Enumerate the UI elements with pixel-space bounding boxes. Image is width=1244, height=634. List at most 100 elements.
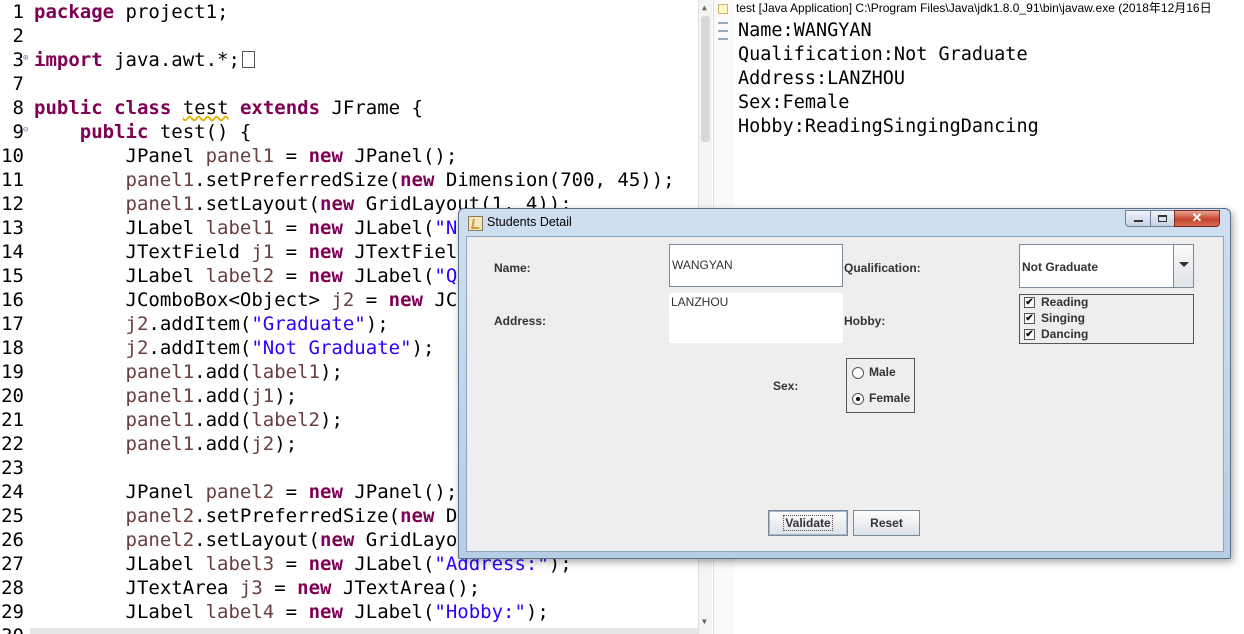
radio-selected-icon[interactable] — [852, 393, 864, 405]
code-text: JPanel panel2 = new JPanel(); — [34, 481, 458, 503]
hobby-group: ✔ Reading ✔ Singing ✔ Dancing — [1019, 294, 1194, 344]
maximize-icon — [1158, 215, 1167, 222]
code-text: j2.addItem("Graduate"); — [125, 313, 389, 335]
console-line: Hobby:ReadingSingingDancing — [738, 116, 1039, 137]
code-text: public class test extends JFrame { — [34, 97, 423, 119]
code-line[interactable]: 8 public class test extends JFrame { — [0, 96, 700, 120]
ruler-marker[interactable] — [718, 22, 728, 24]
line-number: 12 — [1, 193, 24, 215]
code-text: package project1; — [34, 1, 229, 23]
scroll-up-arrow-icon[interactable]: ▲ — [702, 3, 707, 12]
line-number: 27 — [1, 553, 24, 575]
console-line: Qualification:Not Graduate — [738, 44, 1028, 65]
address-textarea[interactable]: LANZHOU — [669, 293, 843, 343]
code-text: panel1.add(j2); — [125, 433, 298, 455]
line-number: 28 — [1, 577, 24, 599]
code-text: j2.addItem("Not Graduate"); — [125, 337, 435, 359]
expand-fold-icon[interactable]: ⊕ — [23, 54, 28, 63]
code-text: JLabel label4 = new JLabel("Hobby:"); — [34, 601, 549, 623]
sex-radio-group: Male Female — [846, 358, 915, 413]
scroll-down-arrow-icon[interactable]: ▼ — [702, 617, 707, 626]
close-icon: ✕ — [1191, 210, 1203, 225]
line-number: 19 — [1, 361, 24, 383]
code-line[interactable]: 3 ⊕ import java.awt.*; — [0, 48, 700, 72]
name-label: Name: — [494, 261, 531, 275]
reset-button-label: Reset — [870, 516, 903, 530]
line-number: 16 — [1, 289, 24, 311]
combobox-selected-value: Not Graduate — [1022, 260, 1099, 274]
code-text: panel1.setPreferredSize(new Dimension(70… — [125, 169, 675, 191]
line-number: 22 — [1, 433, 24, 455]
close-button[interactable]: ✕ — [1174, 210, 1220, 227]
line-number: 15 — [1, 265, 24, 287]
checkbox-label: Reading — [1041, 295, 1089, 309]
checkbox-checked-icon[interactable]: ✔ — [1024, 313, 1035, 324]
ruler-marker[interactable] — [718, 30, 728, 32]
line-number: 3 — [12, 49, 24, 71]
java-cup-icon — [468, 216, 483, 231]
code-text: panel1.add(label2); — [125, 409, 343, 431]
validate-button-label: Validate — [783, 515, 833, 531]
qualification-combobox[interactable]: Not Graduate — [1019, 244, 1194, 288]
ruler-marker[interactable] — [718, 4, 728, 14]
line-number: 30 — [0, 624, 24, 634]
code-line[interactable]: 10 JPanel panel1 = new JPanel(); — [0, 144, 700, 168]
line-number: 17 — [1, 313, 24, 335]
line-number: 2 — [12, 25, 24, 47]
hobby-label: Hobby: — [844, 314, 886, 328]
line-number: 23 — [1, 457, 24, 479]
line-number: 1 — [12, 1, 24, 23]
code-line[interactable]: 11 panel1.setPreferredSize(new Dimension… — [0, 168, 700, 192]
editor-horizontal-scrollbar[interactable] — [30, 628, 698, 634]
line-number: 11 — [1, 169, 24, 191]
address-label: Address: — [494, 314, 547, 328]
reset-button[interactable]: Reset — [853, 510, 920, 536]
console-line: Name:WANGYAN — [738, 20, 872, 41]
line-number: 21 — [1, 409, 24, 431]
line-number: 14 — [1, 241, 24, 263]
line-number: 18 — [1, 337, 24, 359]
code-text: panel1.add(label1); — [125, 361, 343, 383]
code-text: panel1.add(j1); — [125, 385, 298, 407]
line-number: 24 — [1, 481, 24, 503]
line-number: 20 — [1, 385, 24, 407]
code-line[interactable]: 1 package project1; — [0, 0, 700, 24]
console-line: Address:LANZHOU — [738, 68, 906, 89]
line-number: 29 — [1, 601, 24, 623]
window-title: Students Detail — [487, 215, 572, 229]
code-line[interactable]: 2 — [0, 24, 700, 48]
chevron-down-icon[interactable] — [1173, 245, 1193, 287]
minimize-button[interactable] — [1125, 210, 1151, 227]
collapse-fold-icon[interactable]: ⊖ — [23, 126, 28, 135]
code-text: JTextField j1 = new JTextField(); — [34, 241, 504, 263]
line-number: 26 — [1, 529, 24, 551]
students-detail-window[interactable]: Students Detail ✕ Name: WANGYAN Qualific… — [458, 208, 1231, 559]
line-number: 7 — [12, 73, 24, 95]
code-text: import java.awt.*; — [34, 48, 255, 72]
validate-button[interactable]: Validate — [768, 510, 848, 536]
minimize-icon — [1134, 220, 1143, 222]
code-text: public test() { — [79, 121, 252, 143]
line-number: 10 — [1, 145, 24, 167]
checkbox-checked-icon[interactable]: ✔ — [1024, 297, 1035, 308]
line-number: 8 — [12, 97, 24, 119]
code-line[interactable]: 29 JLabel label4 = new JLabel("Hobby:"); — [0, 600, 700, 624]
maximize-button[interactable] — [1150, 210, 1175, 227]
code-line[interactable]: 9 ⊖ public test() { — [0, 120, 700, 144]
ruler-marker[interactable] — [718, 38, 728, 40]
console-line: Sex:Female — [738, 92, 850, 113]
line-number: 9 — [12, 121, 24, 143]
code-line[interactable]: 7 — [0, 72, 700, 96]
code-text: JTextArea j3 = new JTextArea(); — [34, 577, 481, 599]
console-header: test [Java Application] C:\Program Files… — [736, 1, 1212, 15]
form-panel: Name: WANGYAN Qualification: Not Graduat… — [466, 236, 1224, 552]
code-line[interactable]: 28 JTextArea j3 = new JTextArea(); — [0, 576, 700, 600]
radio-unselected-icon[interactable] — [852, 367, 864, 379]
code-text: JPanel panel1 = new JPanel(); — [34, 145, 458, 167]
checkbox-label: Dancing — [1041, 327, 1089, 341]
checkbox-checked-icon[interactable]: ✔ — [1024, 329, 1035, 340]
radio-label: Male — [869, 365, 896, 379]
name-field[interactable]: WANGYAN — [669, 244, 843, 287]
line-number: 25 — [1, 505, 24, 527]
scrollbar-thumb[interactable] — [701, 16, 710, 142]
